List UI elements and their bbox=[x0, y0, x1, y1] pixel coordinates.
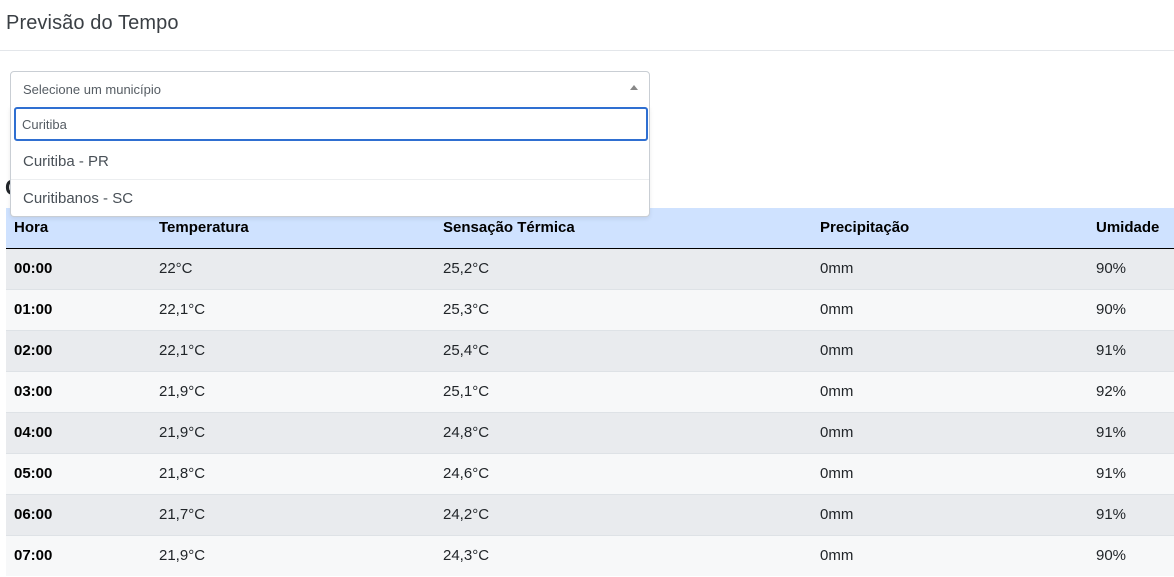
cell-umidade: 90% bbox=[1088, 534, 1174, 576]
cell-hora: 04:00 bbox=[6, 411, 151, 453]
cell-umidade: 91% bbox=[1088, 329, 1174, 371]
select-placeholder: Selecione um município bbox=[23, 82, 162, 97]
cell-umidade: 90% bbox=[1088, 247, 1174, 289]
table-row: 04:00 21,9°C 24,8°C 0mm 91% bbox=[6, 411, 1174, 453]
cell-hora: 06:00 bbox=[6, 493, 151, 535]
cell-temperatura: 22,1°C bbox=[151, 288, 435, 330]
table-row: 07:00 21,9°C 24,3°C 0mm 90% bbox=[6, 534, 1174, 576]
municipality-select[interactable]: Selecione um município bbox=[10, 71, 650, 107]
cell-precipitacao: 0mm bbox=[812, 411, 1088, 453]
cell-umidade: 92% bbox=[1088, 370, 1174, 412]
cell-precipitacao: 0mm bbox=[812, 493, 1088, 535]
cell-umidade: 91% bbox=[1088, 411, 1174, 453]
cell-sensacao: 24,2°C bbox=[435, 493, 812, 535]
cell-sensacao: 25,1°C bbox=[435, 370, 812, 412]
table-row: 00:00 22°C 25,2°C 0mm 90% bbox=[6, 247, 1174, 289]
option-curitibanos-sc[interactable]: Curitibanos - SC bbox=[11, 180, 649, 217]
cell-temperatura: 21,9°C bbox=[151, 411, 435, 453]
forecast-table: Hora Temperatura Sensação Térmica Precip… bbox=[6, 208, 1174, 576]
municipality-search-input[interactable] bbox=[14, 107, 648, 141]
cell-temperatura: 22,1°C bbox=[151, 329, 435, 371]
cell-hora: 02:00 bbox=[6, 329, 151, 371]
cell-hora: 07:00 bbox=[6, 534, 151, 576]
table-row: 03:00 21,9°C 25,1°C 0mm 92% bbox=[6, 370, 1174, 412]
cell-temperatura: 22°C bbox=[151, 247, 435, 289]
cell-precipitacao: 0mm bbox=[812, 288, 1088, 330]
cell-umidade: 91% bbox=[1088, 452, 1174, 494]
table-row: 06:00 21,7°C 24,2°C 0mm 91% bbox=[6, 493, 1174, 535]
cell-hora: 01:00 bbox=[6, 288, 151, 330]
cell-sensacao: 25,4°C bbox=[435, 329, 812, 371]
app-title[interactable]: Previsão do Tempo bbox=[6, 12, 179, 35]
table-row: 01:00 22,1°C 25,3°C 0mm 90% bbox=[6, 288, 1174, 330]
municipality-dropdown: Curitiba - PR Curitibanos - SC bbox=[10, 106, 650, 217]
navbar: Previsão do Tempo bbox=[0, 0, 1174, 51]
cell-temperatura: 21,9°C bbox=[151, 534, 435, 576]
cell-precipitacao: 0mm bbox=[812, 329, 1088, 371]
cell-temperatura: 21,9°C bbox=[151, 370, 435, 412]
header-umidade: Umidade bbox=[1088, 208, 1174, 249]
cell-temperatura: 21,7°C bbox=[151, 493, 435, 535]
option-curitiba-pr[interactable]: Curitiba - PR bbox=[11, 143, 649, 180]
cell-sensacao: 24,8°C bbox=[435, 411, 812, 453]
table-row: 05:00 21,8°C 24,6°C 0mm 91% bbox=[6, 452, 1174, 494]
cell-sensacao: 25,2°C bbox=[435, 247, 812, 289]
table-row: 02:00 22,1°C 25,4°C 0mm 91% bbox=[6, 329, 1174, 371]
header-precipitacao: Precipitação bbox=[812, 208, 1088, 249]
cell-sensacao: 24,6°C bbox=[435, 452, 812, 494]
cell-precipitacao: 0mm bbox=[812, 534, 1088, 576]
cell-temperatura: 21,8°C bbox=[151, 452, 435, 494]
caret-up-icon[interactable] bbox=[630, 85, 638, 90]
cell-umidade: 90% bbox=[1088, 288, 1174, 330]
cell-precipitacao: 0mm bbox=[812, 370, 1088, 412]
cell-sensacao: 25,3°C bbox=[435, 288, 812, 330]
cell-hora: 05:00 bbox=[6, 452, 151, 494]
cell-precipitacao: 0mm bbox=[812, 452, 1088, 494]
cell-hora: 03:00 bbox=[6, 370, 151, 412]
cell-umidade: 91% bbox=[1088, 493, 1174, 535]
cell-sensacao: 24,3°C bbox=[435, 534, 812, 576]
cell-precipitacao: 0mm bbox=[812, 247, 1088, 289]
cell-hora: 00:00 bbox=[6, 247, 151, 289]
